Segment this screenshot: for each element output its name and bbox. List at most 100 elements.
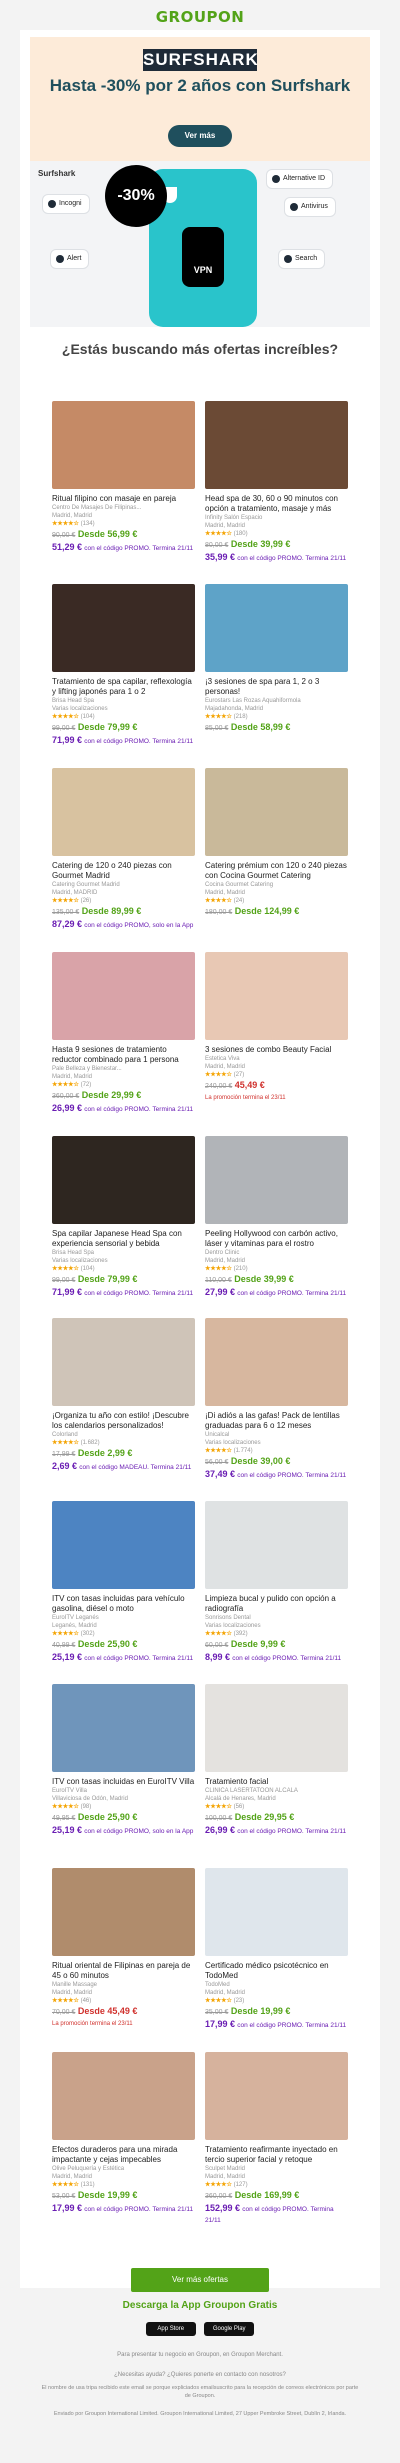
deal-title[interactable]: Catering de 120 o 240 piezas con Gourmet… <box>52 861 195 881</box>
deal-image[interactable] <box>52 768 195 856</box>
star-icons: ★★★★☆ <box>205 1072 232 1078</box>
deal-card[interactable]: Hasta 9 sesiones de tratamiento reductor… <box>52 952 195 1115</box>
promo-code-price: 25,19 € con el código PROMO. Termina 21/… <box>52 1652 194 1662</box>
surfshark-banner[interactable]: SURFSHARK Hasta -30% por 2 años con Surf… <box>30 37 370 327</box>
deal-card[interactable]: ¡Organiza tu año con estilo! ¡Descubre l… <box>52 1318 195 1473</box>
deal-title[interactable]: Certificado médico psicotécnico en TodoM… <box>205 1961 348 1981</box>
deal-title[interactable]: Limpieza bucal y pulido con opción a rad… <box>205 1594 348 1614</box>
deal-card[interactable]: ¡3 sesiones de spa para 1, 2 o 3 persona… <box>205 584 348 735</box>
app-store-badge[interactable]: App Store <box>145 2322 196 2336</box>
deal-card[interactable]: ¡Di adiós a las gafas! Pack de lentillas… <box>205 1318 348 1481</box>
star-icons: ★★★★☆ <box>52 2182 79 2188</box>
deal-image[interactable] <box>205 1318 348 1406</box>
deal-card[interactable]: Limpieza bucal y pulido con opción a rad… <box>205 1501 348 1664</box>
groupon-logo[interactable]: GROUPON <box>0 0 400 34</box>
deal-title[interactable]: Tratamiento de spa capilar, reflexología… <box>52 677 195 697</box>
deal-image[interactable] <box>52 952 195 1040</box>
deal-image[interactable] <box>205 952 348 1040</box>
promo-code-price: 25,19 € con el código PROMO, solo en la … <box>52 1825 194 1835</box>
deal-image[interactable] <box>52 1136 195 1224</box>
deal-image[interactable] <box>52 1318 195 1406</box>
promo-code-price: 17,99 € con el código PROMO. Termina 21/… <box>52 2203 194 2213</box>
deal-title[interactable]: Ritual filipino con masaje en pareja <box>52 494 195 504</box>
deal-merchant: Dentro Clinic <box>205 1250 240 1256</box>
promo-code-price: 71,99 € con el código PROMO. Termina 21/… <box>52 1287 194 1297</box>
star-icons: ★★★★☆ <box>205 898 232 904</box>
deal-card[interactable]: Catering prémium con 120 o 240 piezas co… <box>205 768 348 919</box>
deal-merchant: EuroITV Leganés <box>52 1615 99 1621</box>
deal-title[interactable]: Spa capilar Japanese Head Spa con experi… <box>52 1229 195 1249</box>
deal-rating: ★★★★☆ (218) <box>205 714 248 720</box>
deal-image[interactable] <box>205 1501 348 1589</box>
deal-card[interactable]: Ritual oriental de Filipinas en pareja d… <box>52 1868 195 2029</box>
deal-card[interactable]: Head spa de 30, 60 o 90 minutos con opci… <box>205 401 348 564</box>
deal-title[interactable]: ¡Di adiós a las gafas! Pack de lentillas… <box>205 1411 348 1431</box>
deal-title[interactable]: Tratamiento reafirmante inyectado en ter… <box>205 2145 348 2165</box>
promo-code-price: 26,99 € con el código PROMO. Termina 21/… <box>205 1825 347 1835</box>
deal-image[interactable] <box>205 1868 348 1956</box>
deal-merchant: Brisa Head Spa <box>52 698 95 704</box>
deal-title[interactable]: Efectos duraderos para una mirada impact… <box>52 2145 195 2165</box>
deal-card[interactable]: Catering de 120 o 240 piezas con Gourmet… <box>52 768 195 931</box>
deal-image[interactable] <box>205 768 348 856</box>
deal-title[interactable]: ITV con tasas incluidas en EuroITV Villa <box>52 1777 195 1787</box>
deal-title[interactable]: ¡Organiza tu año con estilo! ¡Descubre l… <box>52 1411 195 1431</box>
deal-card[interactable]: Efectos duraderos para una mirada impact… <box>52 2052 195 2215</box>
deal-location: Madrid, Madrid <box>205 1064 246 1070</box>
deal-card[interactable]: 3 sesiones de combo Beauty Facial Estetic… <box>205 952 348 1103</box>
deal-rating: ★★★★☆ (56) <box>205 1804 245 1810</box>
deal-title[interactable]: Peeling Hollywood con carbón activo, lás… <box>205 1229 348 1249</box>
deal-location: Madrid, MADRID <box>52 890 98 896</box>
deal-title[interactable]: Tratamiento facial <box>205 1777 348 1787</box>
deal-card[interactable]: Spa capilar Japanese Head Spa con experi… <box>52 1136 195 1299</box>
deal-rating: ★★★★☆ (98) <box>52 1804 92 1810</box>
google-play-badge[interactable]: Google Play <box>204 2322 255 2336</box>
deal-title[interactable]: ITV con tasas incluidas para vehículo ga… <box>52 1594 195 1614</box>
deal-image[interactable] <box>52 2052 195 2140</box>
deal-card[interactable]: Certificado médico psicotécnico en TodoM… <box>205 1868 348 2031</box>
deal-title[interactable]: ¡3 sesiones de spa para 1, 2 o 3 persona… <box>205 677 348 697</box>
deal-title[interactable]: Head spa de 30, 60 o 90 minutos con opci… <box>205 494 348 514</box>
star-icons: ★★★★☆ <box>205 1631 232 1637</box>
deal-image[interactable] <box>52 1501 195 1589</box>
deal-card[interactable]: ITV con tasas incluidas en EuroITV Villa… <box>52 1684 195 1837</box>
star-icons: ★★★★☆ <box>52 1266 79 1272</box>
deal-title[interactable]: Hasta 9 sesiones de tratamiento reductor… <box>52 1045 195 1065</box>
star-icons: ★★★★☆ <box>205 1804 232 1810</box>
deal-image[interactable] <box>52 1868 195 1956</box>
ver-mas-button[interactable]: Ver más <box>168 125 232 147</box>
promo-end: La promoción termina el 23/11 <box>52 2021 133 2027</box>
help-text[interactable]: ¿Necesitas ayuda? ¿Quieres ponerte en co… <box>0 2372 400 2378</box>
deal-title[interactable]: Ritual oriental de Filipinas en pareja d… <box>52 1961 195 1981</box>
deal-price: 90,00 € Desde 56,99 € <box>52 529 138 539</box>
deal-image[interactable] <box>52 1684 195 1772</box>
deal-rating: ★★★★☆ (1.774) <box>205 1448 253 1454</box>
deal-merchant: Olive Peluquería y Estética <box>52 2166 125 2172</box>
merchant-text: Para presentar tu negocio en Groupon, en… <box>117 2352 283 2358</box>
deal-image[interactable] <box>52 584 195 672</box>
deal-card[interactable]: Tratamiento de spa capilar, reflexología… <box>52 584 195 747</box>
deal-card[interactable]: ITV con tasas incluidas para vehículo ga… <box>52 1501 195 1664</box>
deal-image[interactable] <box>205 584 348 672</box>
deal-image[interactable] <box>205 1684 348 1772</box>
deal-image[interactable] <box>52 401 195 489</box>
deal-image[interactable] <box>205 401 348 489</box>
ver-mas-ofertas-button[interactable]: Ver más ofertas <box>131 2268 269 2292</box>
banner-title: Hasta -30% por 2 años con Surfshark <box>49 76 351 95</box>
deal-location: Madrid, Madrid <box>52 513 93 519</box>
deal-title[interactable]: 3 sesiones de combo Beauty Facial <box>205 1045 348 1055</box>
deal-merchant: EuroITV Villa <box>52 1788 87 1794</box>
deal-title[interactable]: Catering prémium con 120 o 240 piezas co… <box>205 861 348 881</box>
star-icons: ★★★★☆ <box>205 714 232 720</box>
deal-card[interactable]: Ritual filipino con masaje en pareja Cent… <box>52 401 195 554</box>
deal-image[interactable] <box>205 1136 348 1224</box>
deal-rating: ★★★★☆ (131) <box>52 2182 95 2188</box>
promo-code-price: 2,69 € con el código MADEAU. Termina 21/… <box>52 1461 192 1471</box>
deal-image[interactable] <box>205 2052 348 2140</box>
deal-card[interactable]: Tratamiento reafirmante inyectado en ter… <box>205 2052 348 2226</box>
deal-card[interactable]: Tratamiento facial CLINICA LASERTATOON AL… <box>205 1684 348 1837</box>
deal-location: Madrid, Madrid <box>205 1990 246 1996</box>
star-icons: ★★★★☆ <box>52 1804 79 1810</box>
deal-card[interactable]: Peeling Hollywood con carbón activo, lás… <box>205 1136 348 1299</box>
star-icons: ★★★★☆ <box>52 1998 79 2004</box>
